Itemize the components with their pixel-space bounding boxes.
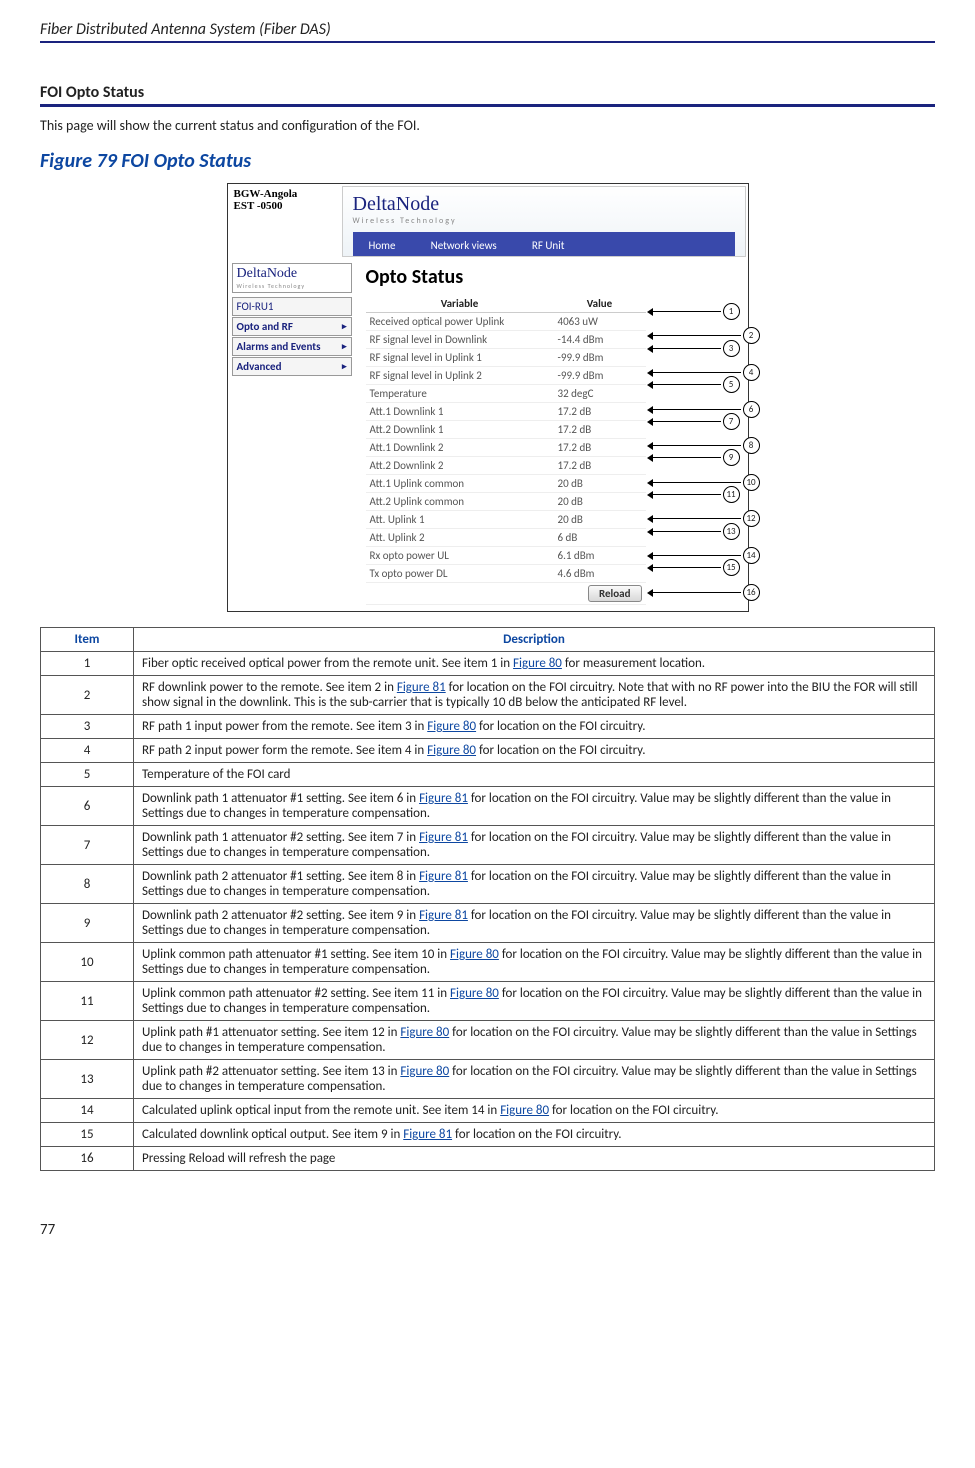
delta-logo: DeltaNode <box>353 193 735 216</box>
callout-9: 9 <box>651 449 740 466</box>
bgw-label: BGW-Angola EST -0500 <box>228 184 340 216</box>
th-variable: Variable <box>366 295 554 313</box>
logo-banner: DeltaNode Wireless Technology Home Netwo… <box>342 186 746 257</box>
figure-link[interactable]: Figure 81 <box>419 830 468 845</box>
sidebar-title: FOI-RU1 <box>232 297 352 316</box>
tab-home[interactable]: Home <box>353 237 412 254</box>
table-row: 2RF downlink power to the remote. See it… <box>41 676 935 715</box>
table-row: Att.2 Downlink 217.2 dB <box>366 457 646 475</box>
th-item: Item <box>41 628 134 652</box>
sidebar-item-opto[interactable]: Opto and RF▸ <box>232 317 352 336</box>
sidebar-item-alarms[interactable]: Alarms and Events▸ <box>232 337 352 356</box>
table-row: Tx opto power DL4.6 dBm <box>366 565 646 583</box>
chevron-right-icon: ▸ <box>342 361 347 372</box>
th-value: Value <box>554 295 646 313</box>
figure-link[interactable]: Figure 81 <box>419 791 468 806</box>
tab-network[interactable]: Network views <box>415 237 513 254</box>
figure-link[interactable]: Figure 81 <box>403 1127 452 1142</box>
table-row: Att. Uplink 26 dB <box>366 529 646 547</box>
figure-title: Figure 79 FOI Opto Status <box>40 149 935 173</box>
sidebar: DeltaNode Wireless Technology FOI-RU1 Op… <box>228 259 356 611</box>
table-row: Rx opto power UL6.1 dBm <box>366 547 646 565</box>
table-row: 15Calculated downlink optical output. Se… <box>41 1123 935 1147</box>
table-row: Att.1 Downlink 117.2 dB <box>366 403 646 421</box>
opto-status-title: Opto Status <box>360 265 744 289</box>
page-number: 77 <box>40 1221 935 1239</box>
sidebar-logo: DeltaNode Wireless Technology <box>232 263 352 293</box>
chevron-right-icon: ▸ <box>342 341 347 352</box>
table-row: Att.1 Downlink 217.2 dB <box>366 439 646 457</box>
table-row: 10Uplink common path attenuator #1 setti… <box>41 943 935 982</box>
table-row: Att. Uplink 120 dB <box>366 511 646 529</box>
chevron-right-icon: ▸ <box>342 321 347 332</box>
th-description: Description <box>134 628 935 652</box>
description-table: Item Description 1Fiber optic received o… <box>40 627 935 1171</box>
callout-13: 13 <box>651 523 740 540</box>
figure-link[interactable]: Figure 80 <box>427 719 476 734</box>
table-row: Att.2 Uplink common20 dB <box>366 493 646 511</box>
figure-link[interactable]: Figure 80 <box>513 656 562 671</box>
table-row: 4RF path 2 input power form the remote. … <box>41 739 935 763</box>
table-row: 5Temperature of the FOI card <box>41 763 935 787</box>
callout-15: 15 <box>651 559 740 576</box>
table-row: 6Downlink path 1 attenuator #1 setting. … <box>41 787 935 826</box>
callout-1: 1 <box>651 303 740 320</box>
table-row: Received optical power Uplink4063 uW <box>366 313 646 331</box>
table-row: 3RF path 1 input power from the remote. … <box>41 715 935 739</box>
table-row: RF signal level in Uplink 2-99.9 dBm <box>366 367 646 385</box>
table-row: 14Calculated uplink optical input from t… <box>41 1099 935 1123</box>
table-row: 1Fiber optic received optical power from… <box>41 652 935 676</box>
table-row: Att.2 Downlink 117.2 dB <box>366 421 646 439</box>
delta-sub: Wireless Technology <box>353 216 735 226</box>
figure-link[interactable]: Figure 80 <box>450 947 499 962</box>
figure-link[interactable]: Figure 80 <box>450 986 499 1001</box>
nav-tabs: Home Network views RF Unit <box>353 232 735 256</box>
table-row: 9Downlink path 2 attenuator #2 setting. … <box>41 904 935 943</box>
figure-container: BGW-Angola EST -0500 DeltaNode Wireless … <box>40 183 935 612</box>
callout-5: 5 <box>651 376 740 393</box>
figure-link[interactable]: Figure 80 <box>400 1025 449 1040</box>
figure-link[interactable]: Figure 81 <box>419 908 468 923</box>
reload-button[interactable]: Reload <box>588 585 642 602</box>
table-row: Temperature32 degC <box>366 385 646 403</box>
figure-link[interactable]: Figure 81 <box>397 680 446 695</box>
figure-link[interactable]: Figure 80 <box>400 1064 449 1079</box>
table-row: 8Downlink path 2 attenuator #1 setting. … <box>41 865 935 904</box>
figure-link[interactable]: Figure 80 <box>500 1103 549 1118</box>
opto-status-table: Variable Value Received optical power Up… <box>366 295 646 605</box>
table-row: 11Uplink common path attenuator #2 setti… <box>41 982 935 1021</box>
callout-11: 11 <box>651 486 740 503</box>
intro-text: This page will show the current status a… <box>40 117 935 134</box>
table-row: 13Uplink path #2 attenuator setting. See… <box>41 1060 935 1099</box>
callout-3: 3 <box>651 340 740 357</box>
figure-link[interactable]: Figure 81 <box>419 869 468 884</box>
table-row: Att.1 Uplink common20 dB <box>366 475 646 493</box>
callout-7: 7 <box>651 413 740 430</box>
sidebar-item-advanced[interactable]: Advanced▸ <box>232 357 352 376</box>
table-row: RF signal level in Downlink-14.4 dBm <box>366 331 646 349</box>
figure-link[interactable]: Figure 80 <box>427 743 476 758</box>
table-row: 16Pressing Reload will refresh the page <box>41 1147 935 1171</box>
table-row: 12Uplink path #1 attenuator setting. See… <box>41 1021 935 1060</box>
page-header: Fiber Distributed Antenna System (Fiber … <box>40 20 935 43</box>
section-title: FOI Opto Status <box>40 83 935 107</box>
tab-rf[interactable]: RF Unit <box>516 237 581 254</box>
table-row: RF signal level in Uplink 1-99.9 dBm <box>366 349 646 367</box>
table-row: 7Downlink path 1 attenuator #2 setting. … <box>41 826 935 865</box>
callout-16: 16 <box>651 584 760 601</box>
